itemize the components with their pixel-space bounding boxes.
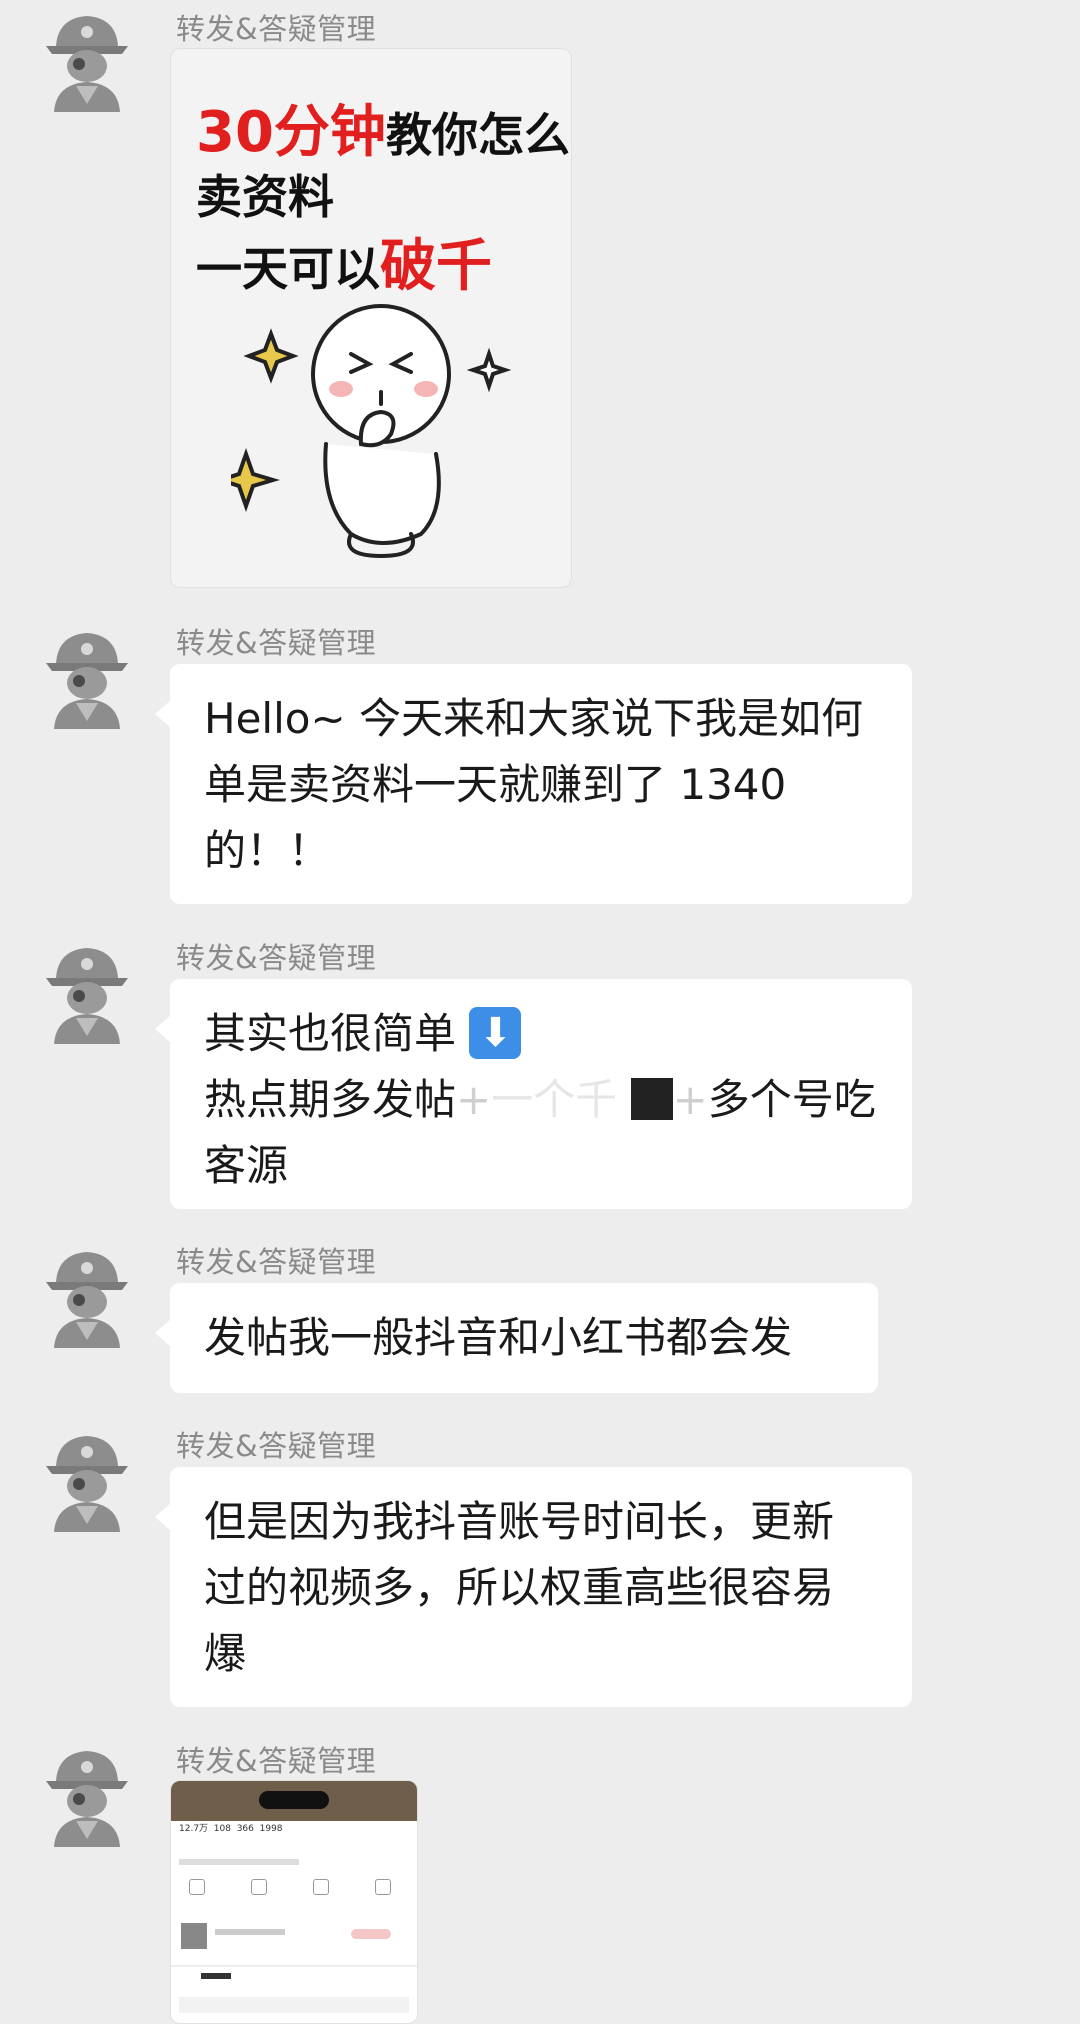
thumbnail-avatar (181, 1923, 207, 1949)
cartoon-character-illustration (231, 304, 511, 559)
sender-name: 转发&答疑管理 (176, 941, 377, 975)
bubble-text-line: 其实也很简单 (204, 1001, 878, 1067)
placeholder-line (179, 1859, 299, 1865)
sender-name: 转发&答疑管理 (176, 626, 377, 660)
poster-image[interactable]: 30分钟教你怎么 卖资料 一天可以破千 (170, 48, 572, 588)
text-bubble[interactable]: 但是因为我抖音账号时间长，更新 过的视频多，所以权重高些很容易 爆 (155, 1467, 912, 1707)
redaction-box (630, 1077, 673, 1120)
sender-name: 转发&答疑管理 (176, 1429, 377, 1463)
placeholder-row (179, 1997, 409, 2013)
icon-row (179, 1879, 409, 1905)
pirate-avatar-icon[interactable] (36, 940, 138, 1044)
sender-name: 转发&答疑管理 (176, 1744, 377, 1778)
bubble-text-line: 单是卖资料一天就赚到了 1340 (204, 760, 787, 809)
bubble-text-line: 爆 (204, 1629, 247, 1678)
phone-notch (259, 1791, 329, 1809)
bubble-text-line: 但是因为我抖音账号时间长，更新 (204, 1497, 835, 1546)
sender-name: 转发&答疑管理 (176, 12, 377, 46)
poster-line-3: 一天可以破千 (196, 234, 492, 299)
poster-line-1: 30分钟教你怎么 (196, 100, 570, 165)
down-arrow-emoji-icon (469, 1006, 522, 1059)
pirate-avatar-icon[interactable] (36, 1743, 138, 1847)
bubble-text-line: 过的视频多，所以权重高些很容易 (204, 1563, 835, 1612)
bubble-text-line: 的！！ (204, 826, 331, 875)
sender-name: 转发&答疑管理 (176, 1245, 377, 1279)
bubble-text-line: 客源 (204, 1141, 289, 1190)
bubble-text-line: 热点期多发帖+一个千 +多个号吃 (204, 1075, 876, 1124)
text-bubble[interactable]: 其实也很简单 热点期多发帖+一个千 +多个号吃 客源 (155, 979, 912, 1209)
placeholder-line (215, 1929, 285, 1935)
pirate-avatar-icon[interactable] (36, 1428, 138, 1532)
blurred-text: 一个千 (491, 1075, 618, 1124)
bubble-text-line: Hello~ 今天来和大家说下我是如何 (204, 694, 863, 743)
poster-line-2: 卖资料 (196, 170, 334, 224)
text-bubble[interactable]: Hello~ 今天来和大家说下我是如何 单是卖资料一天就赚到了 1340 的！！ (155, 664, 912, 904)
pirate-avatar-icon[interactable] (36, 625, 138, 729)
text-bubble[interactable]: 发帖我一般抖音和小红书都会发 (155, 1283, 878, 1393)
pink-badge (351, 1929, 391, 1939)
screenshot-image[interactable]: 12.7万 108 366 1998 (170, 1780, 418, 2024)
screenshot-stats: 12.7万 108 366 1998 (179, 1824, 283, 1834)
bubble-text-line: 发帖我一般抖音和小红书都会发 (204, 1313, 793, 1362)
divider (171, 1965, 417, 1967)
tab-indicator (201, 1973, 231, 1979)
pirate-avatar-icon[interactable] (36, 8, 138, 112)
pirate-avatar-icon[interactable] (36, 1244, 138, 1348)
